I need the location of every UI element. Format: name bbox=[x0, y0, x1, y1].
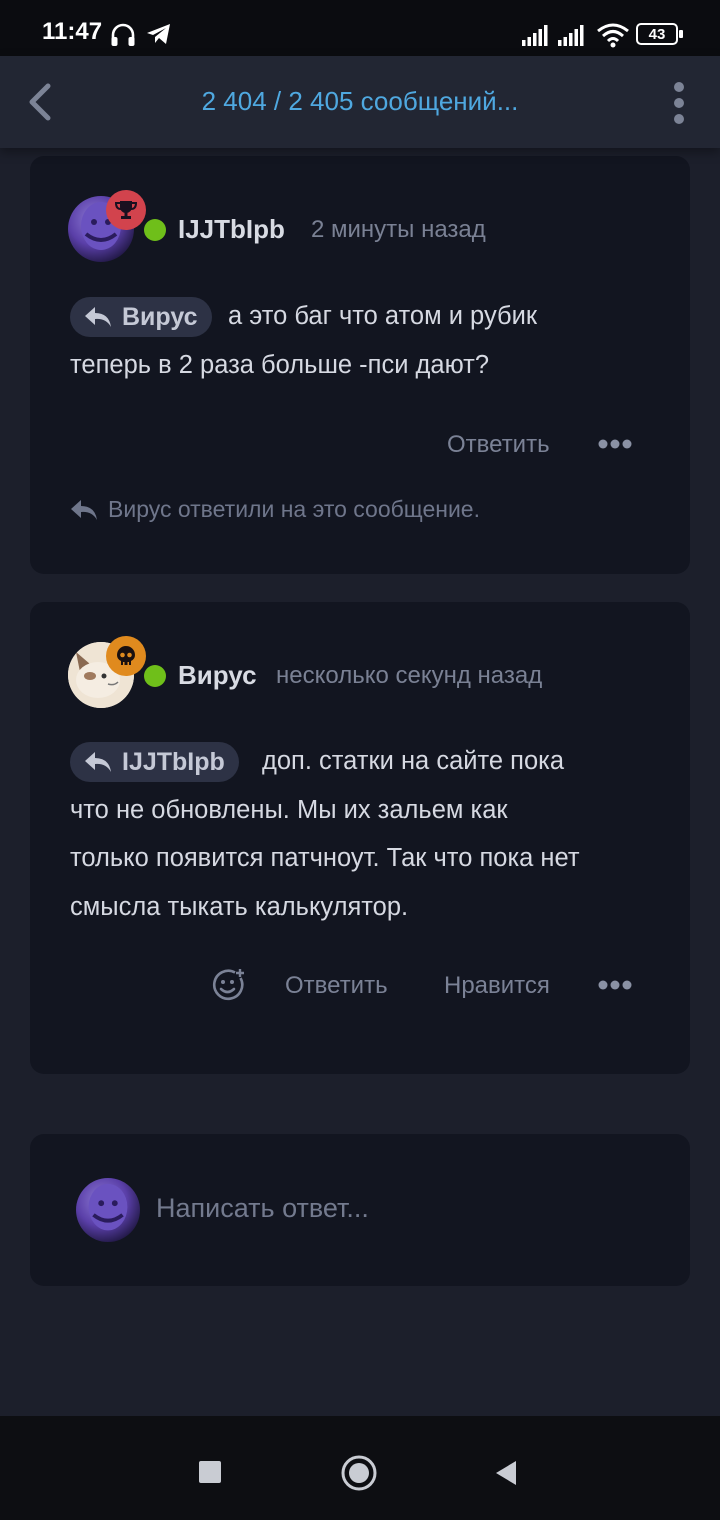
triangle-back-icon[interactable] bbox=[494, 1459, 518, 1487]
post-card: Вирус несколько секунд назад IJJTbIpb до… bbox=[30, 602, 690, 1074]
reply-icon bbox=[85, 307, 111, 327]
post-card: IJJTbIpb 2 минуты назад Вирус а это баг … bbox=[30, 156, 690, 574]
message-text: доп. статки на сайте пока bbox=[262, 747, 565, 775]
signal-icon bbox=[522, 25, 548, 46]
trophy-icon bbox=[114, 201, 138, 219]
headphones-icon bbox=[111, 23, 135, 46]
avatar bbox=[76, 1178, 140, 1242]
reply-icon bbox=[85, 752, 111, 772]
message-text: теперь в 2 раза больше -пси дают? bbox=[70, 351, 490, 379]
kebab-menu-icon[interactable] bbox=[664, 80, 694, 126]
app-bar: 2 404 / 2 405 сообщений... bbox=[0, 56, 720, 148]
message-text: только появится патчноут. Так что пока н… bbox=[70, 844, 580, 872]
system-nav-bar bbox=[0, 1416, 720, 1520]
skull-icon bbox=[117, 646, 135, 665]
post-time[interactable]: 2 минуты назад bbox=[311, 216, 486, 244]
quote-chip[interactable]: IJJTbIpb bbox=[70, 742, 239, 782]
quote-author: IJJTbIpb bbox=[122, 747, 225, 776]
square-recents-icon[interactable] bbox=[199, 1461, 221, 1483]
telegram-icon bbox=[147, 24, 170, 44]
reply-button[interactable]: Ответить bbox=[447, 431, 550, 459]
battery-icon: 43 bbox=[636, 23, 678, 45]
post-author[interactable]: Вирус bbox=[178, 660, 257, 691]
battery-tip bbox=[679, 30, 683, 38]
message-text: а это баг что атом и рубик bbox=[228, 302, 537, 330]
avatar-image bbox=[88, 1183, 128, 1231]
signal-icon bbox=[558, 25, 584, 46]
post-author[interactable]: IJJTbIpb bbox=[178, 214, 285, 245]
wifi-icon bbox=[597, 23, 629, 48]
reply-button[interactable]: Ответить bbox=[285, 972, 388, 1000]
quote-chip[interactable]: Вирус bbox=[70, 297, 212, 337]
battery-level: 43 bbox=[648, 25, 666, 43]
replies-note[interactable]: Вирус ответили на это сообщение. bbox=[70, 496, 480, 523]
message-text: что не обновлены. Мы их зальем как bbox=[70, 796, 508, 824]
more-dots-icon[interactable] bbox=[598, 978, 632, 992]
more-dots-icon[interactable] bbox=[598, 437, 632, 451]
rank-badge bbox=[106, 190, 146, 230]
rank-badge bbox=[106, 636, 146, 676]
online-indicator bbox=[144, 219, 166, 241]
status-bar: 11:47 43 bbox=[0, 0, 720, 56]
reply-icon bbox=[71, 499, 97, 520]
status-time: 11:47 bbox=[42, 18, 103, 45]
post-time[interactable]: несколько секунд назад bbox=[276, 662, 542, 690]
quote-author: Вирус bbox=[122, 302, 198, 331]
circle-home-icon[interactable] bbox=[340, 1454, 378, 1492]
message-text: смысла тыкать калькулятор. bbox=[70, 893, 409, 921]
reply-input[interactable]: Написать ответ... bbox=[156, 1193, 369, 1224]
add-reaction-icon[interactable] bbox=[211, 968, 245, 1002]
like-button[interactable]: Нравится bbox=[444, 972, 550, 1000]
online-indicator bbox=[144, 665, 166, 687]
replies-note-text: Вирус ответили на это сообщение. bbox=[108, 496, 480, 522]
reply-composer[interactable]: Написать ответ... bbox=[30, 1134, 690, 1286]
page-title[interactable]: 2 404 / 2 405 сообщений... bbox=[0, 86, 720, 117]
